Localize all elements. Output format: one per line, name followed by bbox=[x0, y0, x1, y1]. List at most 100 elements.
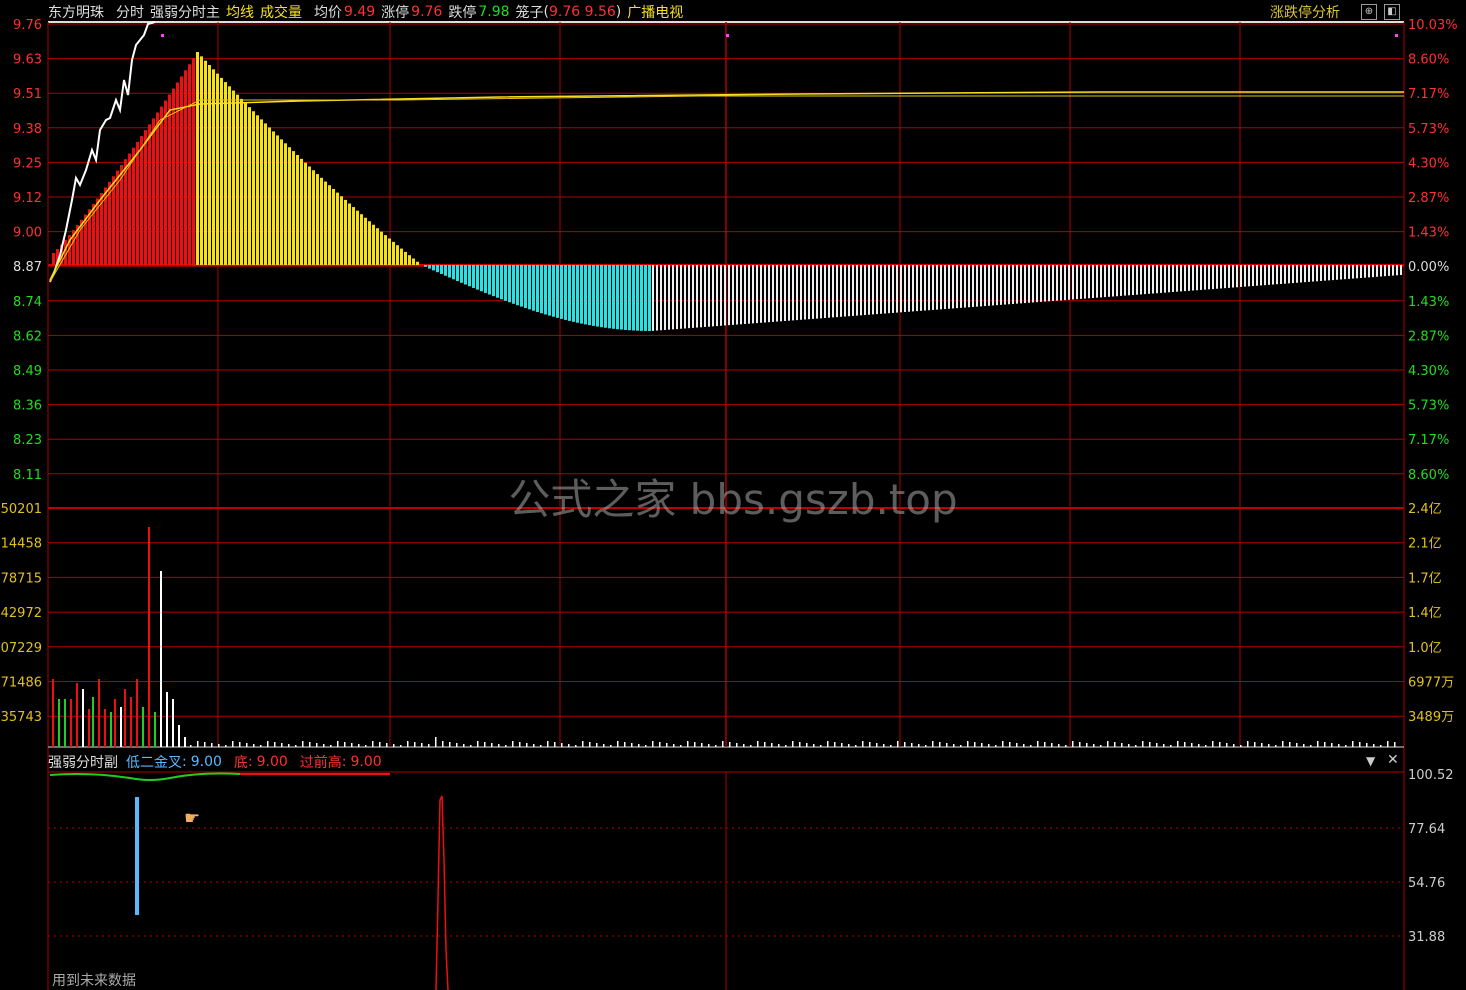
volume-bar bbox=[1051, 743, 1053, 747]
strength-bar-up bbox=[328, 185, 331, 265]
strength-bar-down bbox=[744, 265, 746, 324]
strength-bar-down bbox=[764, 265, 766, 323]
strength-bar-down bbox=[1208, 265, 1210, 290]
strength-bar-up bbox=[336, 192, 339, 265]
volume-bar bbox=[974, 742, 976, 747]
strength-bar-up bbox=[288, 147, 291, 265]
strength-bar-down bbox=[1124, 265, 1126, 296]
volume-bar bbox=[897, 741, 899, 747]
strength-bar-down bbox=[1384, 265, 1386, 277]
limit-up-label: 涨停 bbox=[381, 5, 410, 21]
strength-bar-up bbox=[256, 115, 259, 265]
strength-bar-up bbox=[308, 166, 311, 265]
volume-bar bbox=[1240, 745, 1242, 747]
strength-bar-down bbox=[644, 265, 647, 331]
strength-bar-down bbox=[1120, 265, 1122, 296]
volume-bar bbox=[330, 745, 332, 747]
volume-bar bbox=[1296, 743, 1298, 747]
strength-bar-down bbox=[1144, 265, 1146, 295]
volume-bar bbox=[351, 743, 353, 747]
volume-bar bbox=[470, 745, 472, 747]
strength-bar-down bbox=[1088, 265, 1090, 299]
strength-bar-down bbox=[548, 265, 551, 316]
volume-bar bbox=[743, 744, 745, 747]
volume-bar bbox=[869, 742, 871, 747]
restore-icon[interactable]: ⊕ bbox=[1361, 4, 1377, 20]
volume-bar bbox=[435, 737, 437, 747]
strength-bar-down bbox=[1216, 265, 1218, 289]
volume-bar bbox=[136, 679, 138, 747]
price-right-label: 5.73% bbox=[1408, 399, 1449, 414]
volume-bar bbox=[1072, 741, 1074, 747]
watermark: 公式之家 bbs.gszb.top bbox=[508, 475, 958, 524]
volume-bar bbox=[988, 744, 990, 747]
strength-bar-down bbox=[1064, 265, 1066, 301]
sub-panel-title[interactable]: 强弱分时副 bbox=[48, 752, 118, 772]
strength-bar-down bbox=[1200, 265, 1202, 290]
volume-bar bbox=[1268, 744, 1270, 747]
volume-bar bbox=[172, 699, 174, 747]
sub-panel-header: 强弱分时副 低二金叉 : 9.00 底 : 9.00 过前高 : 9.00 bbox=[48, 752, 382, 772]
strength-bar-down bbox=[432, 265, 435, 271]
volume-bar bbox=[1226, 743, 1228, 747]
mode-label[interactable]: 分时 bbox=[116, 2, 144, 22]
volume-bar bbox=[82, 689, 84, 747]
sector-label[interactable]: 广播电视 bbox=[627, 2, 683, 22]
strength-bar-down bbox=[964, 265, 966, 308]
dropdown-icon[interactable]: ▼ bbox=[1366, 754, 1375, 768]
volume-bar bbox=[1219, 742, 1221, 747]
volume-bar bbox=[1079, 742, 1081, 747]
volume-bar bbox=[610, 745, 612, 747]
volume-bar bbox=[1163, 744, 1165, 747]
strength-bar-down bbox=[460, 265, 463, 283]
volume-bar bbox=[1373, 744, 1375, 747]
strength-bar-down bbox=[1180, 265, 1182, 292]
volume-bar bbox=[925, 745, 927, 747]
strength-bar-down bbox=[448, 265, 451, 278]
strength-bar-down bbox=[720, 265, 722, 326]
strength-bar-up bbox=[408, 255, 411, 265]
volume-bar bbox=[645, 745, 647, 747]
volume-bar bbox=[337, 741, 339, 747]
stock-name[interactable]: 东方明珠 bbox=[48, 2, 104, 22]
volume-bar bbox=[820, 745, 822, 747]
spike-line bbox=[435, 795, 449, 990]
strength-bar-down bbox=[1212, 265, 1214, 290]
volume-bar bbox=[386, 743, 388, 747]
strength-bar-down bbox=[476, 265, 479, 290]
volume-bar bbox=[771, 743, 773, 747]
strength-bar-up bbox=[284, 143, 287, 265]
volume-bar bbox=[295, 745, 297, 747]
strength-bar-down bbox=[1152, 265, 1154, 294]
volume-bar bbox=[114, 699, 116, 747]
volume-bar bbox=[365, 745, 367, 747]
strength-bar-down bbox=[1012, 265, 1014, 304]
strength-bar-down bbox=[912, 265, 914, 312]
volume-bar bbox=[1191, 743, 1193, 747]
strength-bar-up bbox=[352, 207, 355, 265]
volume-bar bbox=[918, 744, 920, 747]
volume-bar bbox=[995, 745, 997, 747]
volume-bar bbox=[659, 742, 661, 747]
maximize-icon[interactable]: ◧ bbox=[1384, 4, 1400, 20]
strength-bar-down bbox=[584, 265, 587, 325]
strength-bar-down bbox=[1372, 265, 1374, 278]
volume-bar bbox=[722, 741, 724, 747]
strength-bar-down bbox=[616, 265, 619, 330]
volume-bar bbox=[673, 744, 675, 747]
volume-left-label: 71486 bbox=[1, 676, 42, 691]
strength-bar-up bbox=[292, 151, 295, 265]
volume-bar bbox=[491, 743, 493, 747]
strength-bar-down bbox=[920, 265, 922, 311]
strength-bar-down bbox=[1336, 265, 1338, 280]
limit-analysis-button[interactable]: 涨跌停分析 bbox=[1270, 2, 1340, 22]
volume-right-label: 1.4亿 bbox=[1408, 606, 1442, 621]
strength-bar-down bbox=[860, 265, 862, 316]
close-icon[interactable]: ✕ bbox=[1387, 752, 1399, 768]
strength-bar-up bbox=[416, 261, 419, 265]
volume-bar bbox=[148, 527, 150, 747]
volume-bar bbox=[848, 744, 850, 747]
strength-bar-down bbox=[1304, 265, 1306, 283]
indicator-name[interactable]: 强弱分时主 bbox=[150, 2, 220, 22]
strength-bar-down bbox=[1256, 265, 1258, 286]
